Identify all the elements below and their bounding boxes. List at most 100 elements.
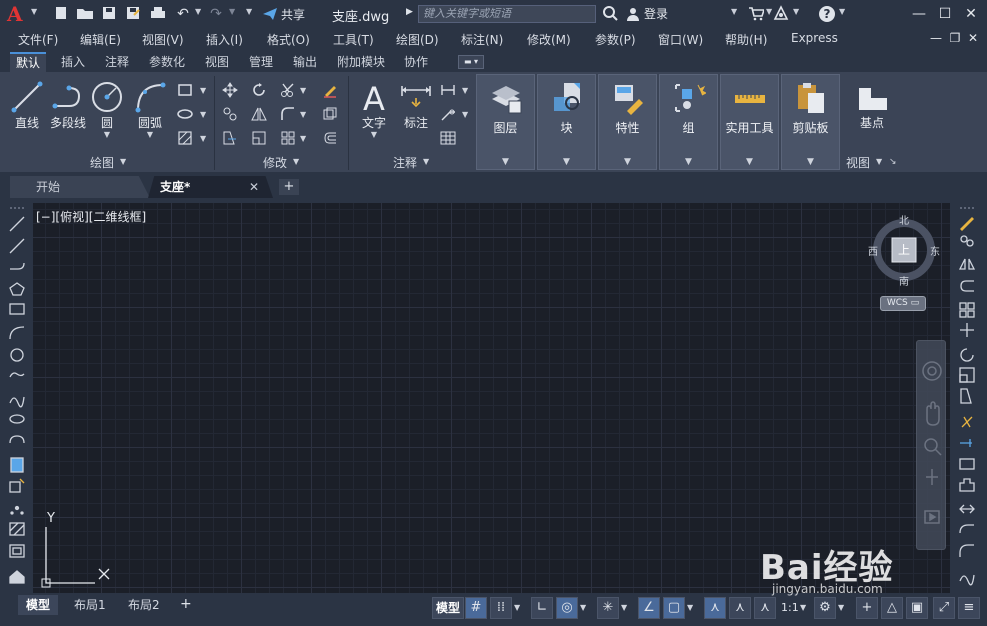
new-file-icon[interactable] [52, 5, 70, 23]
expand-arrow-icon[interactable]: ▶ [406, 7, 413, 17]
text-tool[interactable]: A 文字 ▼ [356, 80, 392, 139]
new-tab-button[interactable]: + [279, 179, 299, 195]
rectangle-icon[interactable] [177, 82, 193, 98]
view-panel-title[interactable]: 视图 [846, 154, 870, 171]
arc-caret-icon[interactable]: ▼ [132, 131, 168, 139]
viewcube[interactable]: 北 南 东 西 上 [868, 212, 940, 288]
doc-restore-icon[interactable]: ❐ [946, 28, 964, 48]
hatch-icon[interactable] [177, 130, 193, 146]
hatch-caret-icon[interactable]: ▼ [200, 134, 206, 143]
units-icon[interactable]: △ [881, 597, 903, 619]
menu-draw[interactable]: 绘图(D) [396, 31, 439, 48]
polyline-tool[interactable]: 多段线 [48, 80, 88, 131]
linear-dimension-caret-icon[interactable]: ▼ [462, 86, 468, 95]
properties-panel[interactable]: 特性 ▼ [598, 74, 657, 170]
layers-caret-icon[interactable]: ▼ [477, 157, 534, 167]
object-snap-icon[interactable]: ▢ [663, 597, 685, 619]
maximize-icon[interactable]: ☐ [934, 4, 956, 24]
annotation-scale-value[interactable]: 1:1 [781, 601, 799, 614]
tab-view[interactable]: 视图 [199, 52, 235, 73]
draw-toolbar-icons[interactable] [8, 213, 28, 583]
app-caret-icon[interactable]: ▼ [793, 7, 799, 16]
print-icon[interactable] [149, 5, 167, 23]
modify-panel-caret-icon[interactable]: ▼ [293, 157, 299, 166]
annotation-visibility-icon[interactable]: ⋏ [704, 597, 726, 619]
add-layout-icon[interactable]: + [180, 596, 192, 612]
clipboard-caret-icon[interactable]: ▼ [782, 157, 839, 167]
redo-caret-icon[interactable]: ▼ [229, 7, 235, 16]
panel-launcher-icon[interactable]: ↘ [889, 157, 897, 167]
leader-caret-icon[interactable]: ▼ [462, 110, 468, 119]
draw-panel-caret-icon[interactable]: ▼ [120, 157, 126, 166]
circle-caret-icon[interactable]: ▼ [89, 131, 125, 139]
offset-icon[interactable] [322, 130, 338, 146]
viewport-controls-label[interactable]: [−][俯视][二维线框] [36, 208, 146, 225]
modify-panel-title[interactable]: 修改 [263, 154, 287, 171]
workspace-gear-icon[interactable]: ⚙ [814, 597, 836, 619]
menu-parametric[interactable]: 参数(P) [595, 31, 636, 48]
menu-window[interactable]: 窗口(W) [658, 31, 703, 48]
array-caret-icon[interactable]: ▼ [300, 134, 306, 143]
tab-start[interactable]: 开始 [10, 176, 150, 198]
annotate-panel-title[interactable]: 注释 [393, 154, 417, 171]
search-icon[interactable] [601, 5, 619, 23]
login-caret-icon[interactable]: ▼ [731, 7, 737, 16]
draw-panel-title[interactable]: 绘图 [90, 154, 114, 171]
app-menu-caret-icon[interactable]: ▼ [31, 7, 37, 16]
utilities-panel[interactable]: 实用工具 ▼ [720, 74, 779, 170]
block-panel[interactable]: 块 ▼ [537, 74, 596, 170]
polar-caret-icon[interactable]: ▼ [580, 603, 586, 612]
share-button[interactable]: 共享 [262, 5, 305, 23]
tab-manage[interactable]: 管理 [243, 52, 279, 73]
menu-express[interactable]: Express [791, 31, 838, 45]
quick-properties-icon[interactable]: ▣ [906, 597, 928, 619]
layout-tab-model[interactable]: 模型 [18, 595, 59, 615]
block-caret-icon[interactable]: ▼ [538, 157, 595, 167]
viewcube-east[interactable]: 东 [930, 243, 940, 258]
undo-caret-icon[interactable]: ▼ [195, 7, 201, 16]
close-tab-icon[interactable]: ✕ [249, 176, 259, 198]
annotation-monitor-icon[interactable]: + [856, 597, 878, 619]
close-icon[interactable]: ✕ [960, 4, 982, 24]
object-snap-caret-icon[interactable]: ▼ [687, 603, 693, 612]
grid-icon[interactable]: # [465, 597, 487, 619]
annotate-panel-caret-icon[interactable]: ▼ [423, 157, 429, 166]
arc-tool[interactable]: 圆弧 ▼ [132, 80, 168, 139]
menu-edit[interactable]: 编辑(E) [80, 31, 121, 48]
erase-icon[interactable] [322, 82, 338, 98]
isometric-icon[interactable]: ✳ [597, 597, 619, 619]
ribbon-minimize-button[interactable]: ▬ ▾ [458, 55, 484, 69]
stretch-icon[interactable] [222, 130, 238, 146]
layout-tab-2[interactable]: 布局2 [120, 595, 168, 615]
base-point-tool[interactable]: 基点 [850, 80, 894, 131]
auto-scale-icon[interactable]: ⋏ [729, 597, 751, 619]
clean-screen-icon[interactable]: ⤢ [933, 597, 955, 619]
menu-insert[interactable]: 插入(I) [206, 31, 243, 48]
object-snap-tracking-icon[interactable]: ∠ [638, 597, 660, 619]
line-tool[interactable]: 直线 [9, 80, 45, 131]
tab-addins[interactable]: 附加模块 [331, 52, 391, 73]
snap-mode-icon[interactable]: ⁞⁞ [490, 597, 512, 619]
mirror-icon[interactable] [251, 106, 267, 122]
autodesk-app-icon[interactable] [772, 5, 790, 23]
group-caret-icon[interactable]: ▼ [660, 157, 717, 167]
menu-file[interactable]: 文件(F) [18, 31, 58, 48]
linear-dimension-icon[interactable] [440, 82, 456, 98]
tab-active-document[interactable]: 支座* ✕ [148, 176, 273, 198]
explode-icon[interactable] [322, 106, 338, 122]
autocad-logo-icon[interactable]: A [7, 3, 29, 25]
tab-parametric[interactable]: 参数化 [143, 52, 191, 73]
viewcube-north[interactable]: 北 [899, 212, 909, 227]
cart-icon[interactable] [747, 5, 766, 23]
help-icon[interactable]: ? [818, 5, 836, 23]
ortho-icon[interactable]: ∟ [531, 597, 553, 619]
leader-icon[interactable] [440, 106, 456, 122]
layout-tab-1[interactable]: 布局1 [66, 595, 114, 615]
properties-caret-icon[interactable]: ▼ [599, 157, 656, 167]
fillet-icon[interactable] [280, 106, 296, 122]
minimize-icon[interactable]: — [908, 4, 930, 24]
doc-close-icon[interactable]: ✕ [964, 28, 982, 48]
table-icon[interactable] [440, 130, 456, 146]
menu-modify[interactable]: 修改(M) [527, 31, 571, 48]
isometric-caret-icon[interactable]: ▼ [621, 603, 627, 612]
